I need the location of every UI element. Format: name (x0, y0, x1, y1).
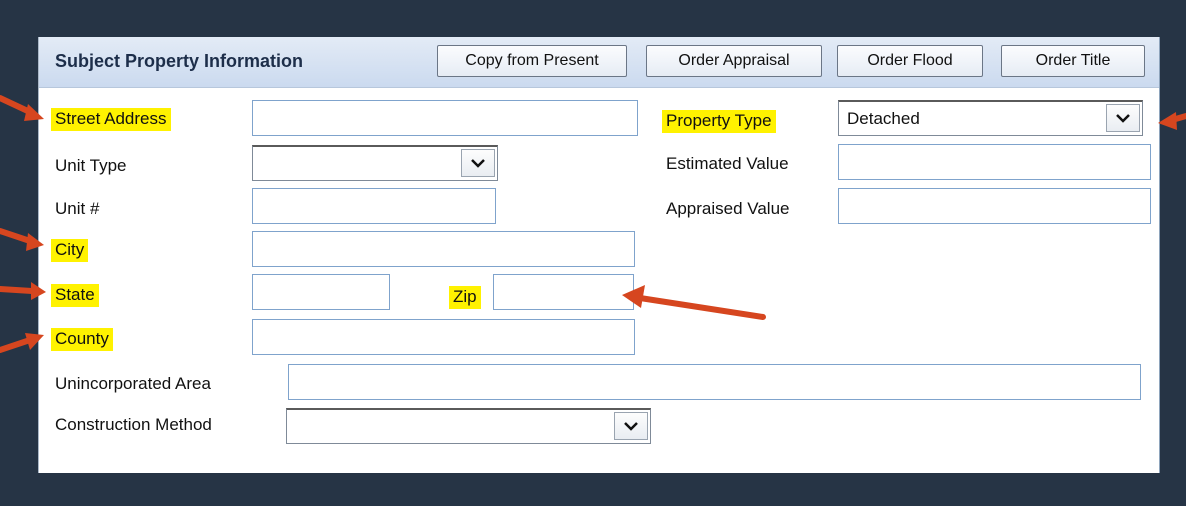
chevron-down-icon[interactable] (614, 412, 648, 440)
property-type-select[interactable]: Detached (838, 100, 1143, 136)
county-input[interactable] (252, 319, 635, 355)
unit-type-label: Unit Type (55, 156, 127, 175)
order-flood-button[interactable]: Order Flood (837, 45, 983, 77)
street-address-label: Street Address (51, 108, 171, 131)
city-arrow (0, 228, 33, 244)
property-type-arrowhead (1158, 112, 1177, 130)
estimated-value-input[interactable] (838, 144, 1151, 180)
panel-header: Subject Property Information Copy from P… (39, 37, 1159, 88)
chevron-down-icon[interactable] (1106, 104, 1140, 132)
zip-label: Zip (449, 286, 481, 309)
order-appraisal-button[interactable]: Order Appraisal (646, 45, 822, 77)
appraised-value-label: Appraised Value (666, 199, 790, 218)
county-label: County (51, 328, 113, 351)
city-label: City (51, 239, 89, 262)
annotation-number: 15 (763, 293, 809, 334)
state-arrow (0, 286, 35, 294)
chevron-down-icon[interactable] (461, 149, 495, 177)
property-type-label: Property Type (662, 110, 776, 133)
state-label: State (51, 284, 99, 307)
unit-number-input[interactable] (252, 188, 496, 224)
panel-title: Subject Property Information (55, 51, 304, 71)
unincorporated-area-input[interactable] (288, 364, 1141, 400)
order-title-button[interactable]: Order Title (1001, 45, 1145, 77)
estimated-value-label: Estimated Value (666, 154, 789, 173)
unit-number-label: Unit # (55, 199, 100, 218)
unincorporated-area-label: Unincorporated Area (55, 374, 211, 393)
county-arrow (0, 337, 33, 353)
street-address-input[interactable] (252, 100, 638, 136)
construction-method-label: Construction Method (55, 415, 212, 434)
property-type-arrow (1169, 113, 1186, 123)
construction-method-select[interactable] (286, 408, 651, 444)
city-input[interactable] (252, 231, 635, 267)
unit-type-select[interactable] (252, 145, 498, 181)
zip-input[interactable] (493, 274, 634, 310)
appraised-value-input[interactable] (838, 188, 1151, 224)
state-input[interactable] (252, 274, 390, 310)
property-type-value: Detached (847, 109, 920, 128)
street-address-arrow (0, 95, 35, 116)
copy-from-present-button[interactable]: Copy from Present (437, 45, 627, 77)
